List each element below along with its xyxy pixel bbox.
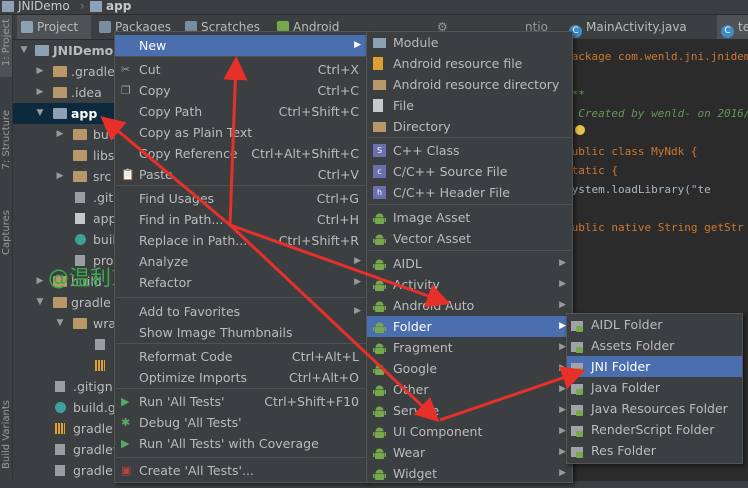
arrow-to-new: [223, 56, 248, 226]
arrow-to-jni-folder: [439, 366, 586, 422]
arrow-to-app: [100, 116, 231, 227]
arrow-to-android-auto: [229, 223, 451, 308]
annotation-arrows: [100, 56, 586, 423]
arrow-to-ui-component: [228, 223, 440, 423]
